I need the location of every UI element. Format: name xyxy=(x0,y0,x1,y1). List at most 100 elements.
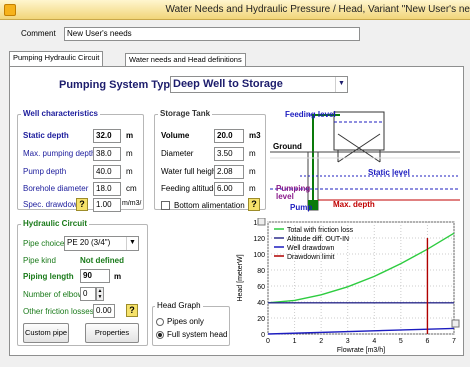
x-tick-label: 0 xyxy=(266,338,270,345)
spec-drawdown-label: Spec. drawdown xyxy=(23,200,83,209)
x-tick-label: 2 xyxy=(319,338,323,345)
comment-label: Comment xyxy=(21,29,56,38)
pipe-kind-label: Pipe kind xyxy=(23,256,56,265)
ground-label: Ground xyxy=(273,142,302,151)
system-type-value: Deep Well to Storage xyxy=(173,78,283,90)
help-icon[interactable]: ? xyxy=(248,198,260,211)
custom-pipe-button[interactable]: Custom pipe xyxy=(23,323,69,343)
system-type-label: Pumping System Type xyxy=(59,79,177,91)
full-system-radio[interactable] xyxy=(156,331,164,339)
pumping-level-label: Pumping level xyxy=(276,184,311,201)
y-axis-label: Head [meterW] xyxy=(237,254,244,301)
scroll-right-icon[interactable] xyxy=(451,319,460,328)
legend-label: Altitude diff. OUT-IN xyxy=(287,236,349,243)
title-bar: Water Needs and Hydraulic Pressure / Hea… xyxy=(0,0,470,20)
full-system-label: Full system head xyxy=(167,330,228,339)
head-graph-group xyxy=(152,306,230,346)
spec-drawdown-unit: m/m3/h xyxy=(122,200,142,207)
static-level-label: Static level xyxy=(368,168,410,177)
tank-group xyxy=(154,114,266,210)
diameter-field[interactable]: 3.50 xyxy=(214,147,244,161)
elbows-stepper[interactable]: ▲ ▼ xyxy=(96,287,104,301)
volume-label: Volume xyxy=(161,131,190,140)
pipes-only-label: Pipes only xyxy=(167,317,204,326)
head-flow-chart: 02040608010012014001234567Flowrate [m3/h… xyxy=(237,218,460,354)
water-full-height-unit: m xyxy=(249,167,256,176)
x-tick-label: 1 xyxy=(293,338,297,345)
bottom-alimentation-checkbox[interactable] xyxy=(161,201,170,210)
volume-unit: m3 xyxy=(249,131,261,140)
elbows-label: Number of elbows xyxy=(23,290,88,299)
static-depth-field[interactable]: 32.0 xyxy=(93,129,121,143)
tank-shape xyxy=(333,111,385,151)
static-depth-label: Static depth xyxy=(23,131,69,140)
well-group xyxy=(17,114,144,210)
legend-label: Total with friction loss xyxy=(287,227,354,234)
y-tick-label: 60 xyxy=(257,284,265,291)
max-depth-label: Max. depth xyxy=(333,200,375,209)
y-tick-label: 120 xyxy=(253,236,265,243)
help-icon[interactable]: ? xyxy=(126,304,138,317)
water-full-height-field[interactable]: 2.08 xyxy=(214,165,244,179)
pump-label: Pump xyxy=(290,203,313,212)
chevron-down-icon[interactable]: ▼ xyxy=(335,77,347,92)
x-tick-label: 7 xyxy=(452,338,456,345)
friction-field[interactable]: 0.00 xyxy=(93,304,115,318)
y-tick-label: 80 xyxy=(257,268,265,275)
piping-length-field[interactable]: 90 xyxy=(80,269,110,283)
diameter-label: Diameter xyxy=(161,149,194,158)
y-tick-label: 100 xyxy=(253,252,265,259)
x-tick-label: 5 xyxy=(399,338,403,345)
piping-length-unit: m xyxy=(114,272,122,281)
feeding-altitude-field[interactable]: 6.00 xyxy=(214,182,244,196)
well-group-title: Well characteristics xyxy=(21,109,101,118)
max-pumping-depth-field[interactable]: 38.0 xyxy=(93,147,121,161)
max-pumping-depth-label: Max. pumping depth xyxy=(23,149,96,158)
water-full-height-label: Water full height xyxy=(161,167,219,176)
help-icon[interactable]: ? xyxy=(76,198,88,211)
piping-length-label: Piping length xyxy=(23,272,74,281)
scroll-up-icon[interactable] xyxy=(257,218,266,226)
pipe-kind-value: Not defined xyxy=(80,256,124,265)
circuit-group-title: Hydraulic Circuit xyxy=(21,219,90,228)
legend-label: Well drawdown xyxy=(287,245,334,252)
head-graph-title: Head Graph xyxy=(155,301,203,310)
system-type-select[interactable]: Deep Well to Storage ▼ xyxy=(170,76,348,93)
y-tick-label: 40 xyxy=(257,300,265,307)
window-title: Water Needs and Hydraulic Pressure / Hea… xyxy=(165,4,470,15)
pipe-choice-label: Pipe choice xyxy=(23,239,65,248)
diameter-unit: m xyxy=(249,149,256,158)
feeding-level-label: Feeding level xyxy=(285,110,336,119)
legend-label: Drawdown limit xyxy=(287,254,335,261)
borehole-diameter-unit: cm xyxy=(126,184,137,193)
x-tick-label: 4 xyxy=(372,338,376,345)
static-depth-unit: m xyxy=(126,131,134,140)
y-tick-label: 20 xyxy=(257,316,265,323)
pipe-choice-select[interactable]: PE 20 (3/4") ▼ xyxy=(64,236,139,251)
tab-water-needs[interactable]: Water needs and Head definitions xyxy=(125,53,246,66)
max-pumping-depth-unit: m xyxy=(126,149,133,158)
borehole-diameter-label: Borehole diameter xyxy=(23,184,89,193)
comment-field[interactable]: New User's needs xyxy=(64,27,360,41)
pump-depth-label: Pump depth xyxy=(23,167,67,176)
bottom-alimentation-label: Bottom alimentation xyxy=(174,201,245,210)
volume-field[interactable]: 20.0 xyxy=(214,129,244,143)
app-icon xyxy=(4,4,16,16)
elbows-field[interactable]: 0 xyxy=(80,287,96,301)
chevron-down-icon[interactable]: ▼ xyxy=(126,237,138,250)
x-axis-label: Flowrate [m3/h] xyxy=(337,347,385,354)
properties-button[interactable]: Properties xyxy=(85,323,139,343)
x-tick-label: 6 xyxy=(425,338,429,345)
tab-pumping-hydraulic-circuit[interactable]: Pumping Hydraulic Circuit xyxy=(9,51,104,66)
friction-label: Other friction losses xyxy=(23,307,94,316)
pump-depth-field[interactable]: 40.0 xyxy=(93,165,121,179)
borehole-diameter-field[interactable]: 18.0 xyxy=(93,182,121,196)
spec-drawdown-field[interactable]: 1.00 xyxy=(93,198,121,212)
tank-group-title: Storage Tank xyxy=(158,109,213,118)
pipes-only-radio[interactable] xyxy=(156,318,164,326)
pump-depth-unit: m xyxy=(126,167,133,176)
x-tick-label: 3 xyxy=(346,338,350,345)
y-tick-label: 0 xyxy=(261,332,265,339)
feeding-altitude-unit: m xyxy=(249,184,256,193)
pipe-choice-value: PE 20 (3/4") xyxy=(67,238,111,247)
